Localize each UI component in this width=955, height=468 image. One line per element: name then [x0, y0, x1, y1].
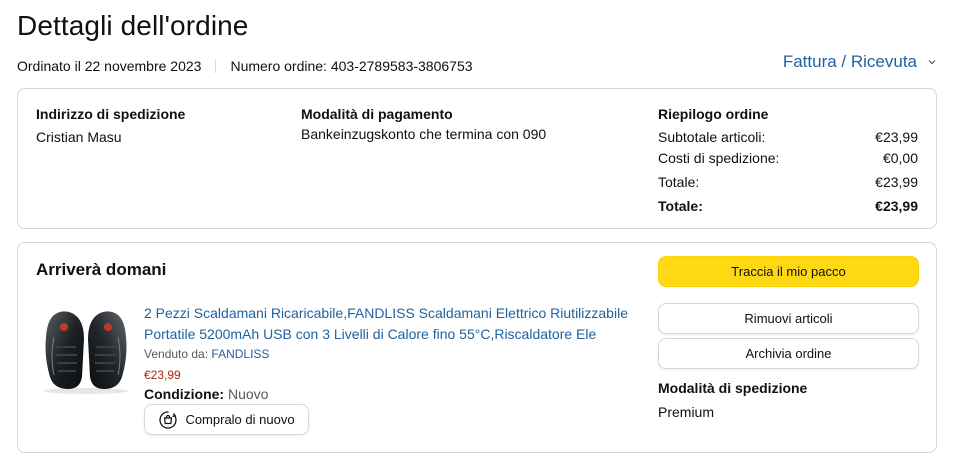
order-date: Ordinato il 22 novembre 2023: [17, 58, 202, 74]
track-package-label: Traccia il mio pacco: [731, 264, 846, 279]
buy-again-label: Compralo di nuovo: [185, 412, 295, 427]
product-title-link[interactable]: 2 Pezzi Scaldamani Ricaricabile,FANDLISS…: [144, 303, 639, 345]
archive-order-label: Archivia ordine: [745, 346, 832, 361]
product-image[interactable]: [40, 307, 132, 397]
order-summary-title: Riepilogo ordine: [658, 106, 769, 122]
shipping-address-name: Cristian Masu: [36, 129, 122, 145]
remove-items-button[interactable]: Rimuovi articoli: [658, 303, 919, 334]
track-package-button[interactable]: Traccia il mio pacco: [658, 256, 919, 287]
shipping-mode-value: Premium: [658, 404, 715, 420]
grand-total-value: €23,99: [875, 198, 918, 214]
summary-value: €23,99: [875, 129, 918, 145]
summary-row-subtotal: Subtotale articoli: €23,99: [658, 129, 918, 145]
meta-divider: [215, 59, 217, 73]
shipping-address-title: Indirizzo di spedizione: [36, 106, 186, 122]
remove-items-label: Rimuovi articoli: [744, 311, 833, 326]
summary-row-grand-total: Totale: €23,99: [658, 198, 918, 214]
summary-row-total: Totale: €23,99: [658, 174, 918, 190]
product-price: €23,99: [144, 368, 181, 382]
payment-title: Modalità di pagamento: [301, 106, 453, 122]
delivery-status: Arriverà domani: [36, 260, 167, 279]
summary-label: Subtotale articoli:: [658, 129, 766, 145]
order-number: Numero ordine: 403-2789583-3806753: [230, 58, 473, 74]
buy-again-icon: [159, 410, 178, 429]
condition-value: Nuovo: [228, 386, 269, 402]
sold-by: Venduto da: FANDLISS: [144, 347, 269, 361]
summary-row-shipping: Costi di spedizione: €0,00: [658, 150, 918, 166]
summary-label: Totale:: [658, 174, 700, 190]
seller-link[interactable]: FANDLISS: [211, 347, 269, 361]
condition-label: Condizione:: [144, 386, 225, 402]
grand-total-label: Totale:: [658, 198, 703, 214]
summary-value: €23,99: [875, 174, 918, 190]
summary-value: €0,00: [882, 150, 918, 166]
summary-label: Costi di spedizione:: [658, 150, 780, 166]
buy-again-button[interactable]: Compralo di nuovo: [144, 404, 309, 435]
payment-method: Bankeinzugskonto che termina con 090: [301, 126, 547, 142]
sold-by-label: Venduto da:: [144, 347, 209, 361]
shipping-mode-title: Modalità di spedizione: [658, 380, 808, 396]
invoice-dropdown[interactable]: Fattura / Ricevuta: [783, 52, 937, 72]
invoice-label: Fattura / Ricevuta: [782, 52, 917, 71]
shipment-box: Arriverà domani 2 Pezzi Scaldamani Ricar…: [17, 242, 937, 453]
order-summary-box: Indirizzo di spedizione Cristian Masu Mo…: [17, 88, 937, 229]
order-meta: Ordinato il 22 novembre 2023 Numero ordi…: [17, 58, 473, 74]
archive-order-button[interactable]: Archivia ordine: [658, 338, 919, 369]
product-condition: Condizione: Nuovo: [144, 386, 268, 402]
page-title: Dettagli dell'ordine: [17, 10, 249, 41]
chevron-down-icon: [928, 60, 936, 65]
